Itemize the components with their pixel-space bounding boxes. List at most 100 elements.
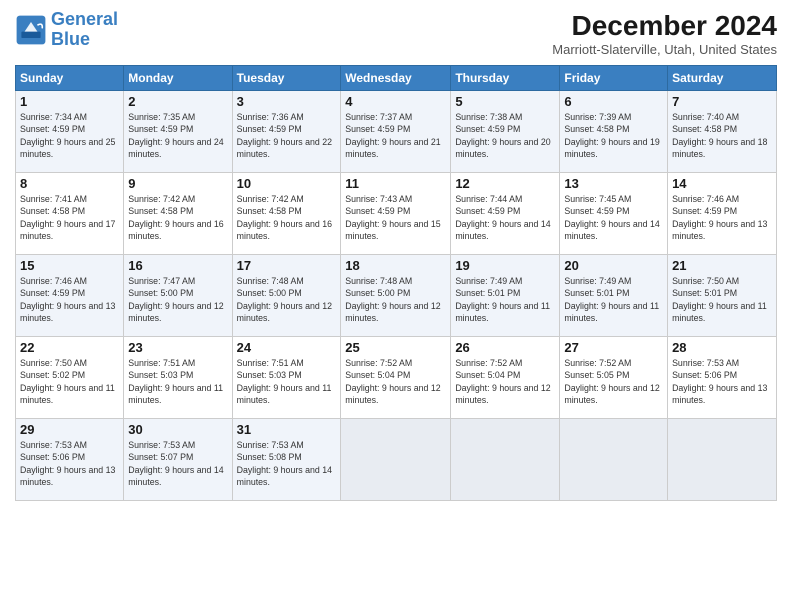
calendar-week-row: 8 Sunrise: 7:41 AMSunset: 4:58 PMDaylight… xyxy=(16,173,777,255)
col-tuesday: Tuesday xyxy=(232,66,341,91)
daylight-text: Daylight: 9 hours and 18 minutes. xyxy=(672,137,767,159)
sunrise-text: Sunrise: 7:42 AM xyxy=(128,194,195,204)
table-row: 30Sunrise: 7:53 AMSunset: 5:07 PMDayligh… xyxy=(124,419,232,501)
sunrise-text: Sunrise: 7:36 AM xyxy=(237,112,304,122)
sunset-text: Sunset: 4:58 PM xyxy=(128,206,193,216)
daylight-text: Daylight: 9 hours and 11 minutes. xyxy=(128,383,223,405)
day-info: Sunrise: 7:41 AMSunset: 4:58 PMDaylight:… xyxy=(20,193,119,242)
sunset-text: Sunset: 5:06 PM xyxy=(672,370,737,380)
table-row: 9Sunrise: 7:42 AMSunset: 4:58 PMDaylight… xyxy=(124,173,232,255)
day-number: 13 xyxy=(564,176,663,191)
day-info: Sunrise: 7:52 AMSunset: 5:04 PMDaylight:… xyxy=(455,357,555,406)
sunset-text: Sunset: 5:01 PM xyxy=(672,288,737,298)
day-number: 25 xyxy=(345,340,446,355)
sunset-text: Sunset: 4:59 PM xyxy=(237,124,302,134)
day-number: 28 xyxy=(672,340,772,355)
sunset-text: Sunset: 5:02 PM xyxy=(20,370,85,380)
col-monday: Monday xyxy=(124,66,232,91)
sunrise-text: Sunrise: 7:48 AM xyxy=(237,276,304,286)
sunset-text: Sunset: 5:00 PM xyxy=(345,288,410,298)
daylight-text: Daylight: 9 hours and 13 minutes. xyxy=(672,383,767,405)
table-row: 27Sunrise: 7:52 AMSunset: 5:05 PMDayligh… xyxy=(560,337,668,419)
sunset-text: Sunset: 4:59 PM xyxy=(128,124,193,134)
calendar-week-row: 29 Sunrise: 7:53 AMSunset: 5:06 PMDayligh… xyxy=(16,419,777,501)
day-info: Sunrise: 7:52 AMSunset: 5:05 PMDaylight:… xyxy=(564,357,663,406)
sunset-text: Sunset: 5:04 PM xyxy=(345,370,410,380)
table-row: 26 Sunrise: 7:52 AMSunset: 5:04 PMDayligh… xyxy=(451,337,560,419)
day-info: Sunrise: 7:50 AMSunset: 5:02 PMDaylight:… xyxy=(20,357,119,406)
table-row: 18Sunrise: 7:48 AMSunset: 5:00 PMDayligh… xyxy=(341,255,451,337)
day-number: 26 xyxy=(455,340,555,355)
day-info: Sunrise: 7:48 AMSunset: 5:00 PMDaylight:… xyxy=(237,275,337,324)
day-info: Sunrise: 7:38 AMSunset: 4:59 PMDaylight:… xyxy=(455,111,555,160)
calendar-table: Sunday Monday Tuesday Wednesday Thursday… xyxy=(15,65,777,501)
sunset-text: Sunset: 5:01 PM xyxy=(564,288,629,298)
sunrise-text: Sunrise: 7:50 AM xyxy=(20,358,87,368)
table-row: 19Sunrise: 7:49 AMSunset: 5:01 PMDayligh… xyxy=(451,255,560,337)
sunset-text: Sunset: 4:58 PM xyxy=(564,124,629,134)
sunrise-text: Sunrise: 7:49 AM xyxy=(455,276,522,286)
table-row: 22Sunrise: 7:50 AMSunset: 5:02 PMDayligh… xyxy=(16,337,124,419)
col-sunday: Sunday xyxy=(16,66,124,91)
day-info: Sunrise: 7:39 AMSunset: 4:58 PMDaylight:… xyxy=(564,111,663,160)
day-number: 16 xyxy=(128,258,227,273)
table-row: 17Sunrise: 7:48 AMSunset: 5:00 PMDayligh… xyxy=(232,255,341,337)
day-number: 15 xyxy=(20,258,119,273)
daylight-text: Daylight: 9 hours and 12 minutes. xyxy=(345,301,440,323)
table-row: 23Sunrise: 7:51 AMSunset: 5:03 PMDayligh… xyxy=(124,337,232,419)
sunrise-text: Sunrise: 7:52 AM xyxy=(564,358,631,368)
daylight-text: Daylight: 9 hours and 11 minutes. xyxy=(672,301,767,323)
sunrise-text: Sunrise: 7:51 AM xyxy=(237,358,304,368)
sunset-text: Sunset: 4:58 PM xyxy=(237,206,302,216)
col-thursday: Thursday xyxy=(451,66,560,91)
day-info: Sunrise: 7:43 AMSunset: 4:59 PMDaylight:… xyxy=(345,193,446,242)
day-number: 29 xyxy=(20,422,119,437)
day-number: 12 xyxy=(455,176,555,191)
table-row xyxy=(451,419,560,501)
location: Marriott-Slaterville, Utah, United State… xyxy=(552,42,777,57)
day-info: Sunrise: 7:45 AMSunset: 4:59 PMDaylight:… xyxy=(564,193,663,242)
daylight-text: Daylight: 9 hours and 16 minutes. xyxy=(237,219,332,241)
sunrise-text: Sunrise: 7:52 AM xyxy=(345,358,412,368)
col-saturday: Saturday xyxy=(668,66,777,91)
day-number: 22 xyxy=(20,340,119,355)
day-number: 10 xyxy=(237,176,337,191)
table-row: 13 Sunrise: 7:45 AMSunset: 4:59 PMDayligh… xyxy=(560,173,668,255)
table-row: 10Sunrise: 7:42 AMSunset: 4:58 PMDayligh… xyxy=(232,173,341,255)
sunset-text: Sunset: 5:05 PM xyxy=(564,370,629,380)
sunrise-text: Sunrise: 7:44 AM xyxy=(455,194,522,204)
table-row: 4Sunrise: 7:37 AMSunset: 4:59 PMDaylight… xyxy=(341,91,451,173)
daylight-text: Daylight: 9 hours and 12 minutes. xyxy=(345,383,440,405)
day-info: Sunrise: 7:37 AMSunset: 4:59 PMDaylight:… xyxy=(345,111,446,160)
sunrise-text: Sunrise: 7:39 AM xyxy=(564,112,631,122)
day-info: Sunrise: 7:46 AMSunset: 4:59 PMDaylight:… xyxy=(20,275,119,324)
sunset-text: Sunset: 5:07 PM xyxy=(128,452,193,462)
day-number: 7 xyxy=(672,94,772,109)
table-row: 16Sunrise: 7:47 AMSunset: 5:00 PMDayligh… xyxy=(124,255,232,337)
day-number: 11 xyxy=(345,176,446,191)
sunset-text: Sunset: 4:59 PM xyxy=(672,206,737,216)
daylight-text: Daylight: 9 hours and 11 minutes. xyxy=(564,301,659,323)
table-row: 14Sunrise: 7:46 AMSunset: 4:59 PMDayligh… xyxy=(668,173,777,255)
sunrise-text: Sunrise: 7:50 AM xyxy=(672,276,739,286)
day-info: Sunrise: 7:34 AMSunset: 4:59 PMDaylight:… xyxy=(20,111,119,160)
table-row: 21Sunrise: 7:50 AMSunset: 5:01 PMDayligh… xyxy=(668,255,777,337)
day-info: Sunrise: 7:53 AMSunset: 5:08 PMDaylight:… xyxy=(237,439,337,488)
day-info: Sunrise: 7:35 AMSunset: 4:59 PMDaylight:… xyxy=(128,111,227,160)
sunset-text: Sunset: 4:59 PM xyxy=(455,206,520,216)
col-wednesday: Wednesday xyxy=(341,66,451,91)
day-number: 3 xyxy=(237,94,337,109)
day-info: Sunrise: 7:53 AMSunset: 5:06 PMDaylight:… xyxy=(20,439,119,488)
sunrise-text: Sunrise: 7:47 AM xyxy=(128,276,195,286)
month-title: December 2024 xyxy=(552,10,777,42)
daylight-text: Daylight: 9 hours and 15 minutes. xyxy=(345,219,440,241)
day-info: Sunrise: 7:51 AMSunset: 5:03 PMDaylight:… xyxy=(237,357,337,406)
day-number: 8 xyxy=(20,176,119,191)
table-row: 3Sunrise: 7:36 AMSunset: 4:59 PMDaylight… xyxy=(232,91,341,173)
sunrise-text: Sunrise: 7:46 AM xyxy=(20,276,87,286)
daylight-text: Daylight: 9 hours and 21 minutes. xyxy=(345,137,440,159)
daylight-text: Daylight: 9 hours and 14 minutes. xyxy=(128,465,223,487)
calendar-header-row: Sunday Monday Tuesday Wednesday Thursday… xyxy=(16,66,777,91)
sunset-text: Sunset: 4:59 PM xyxy=(345,206,410,216)
day-info: Sunrise: 7:44 AMSunset: 4:59 PMDaylight:… xyxy=(455,193,555,242)
